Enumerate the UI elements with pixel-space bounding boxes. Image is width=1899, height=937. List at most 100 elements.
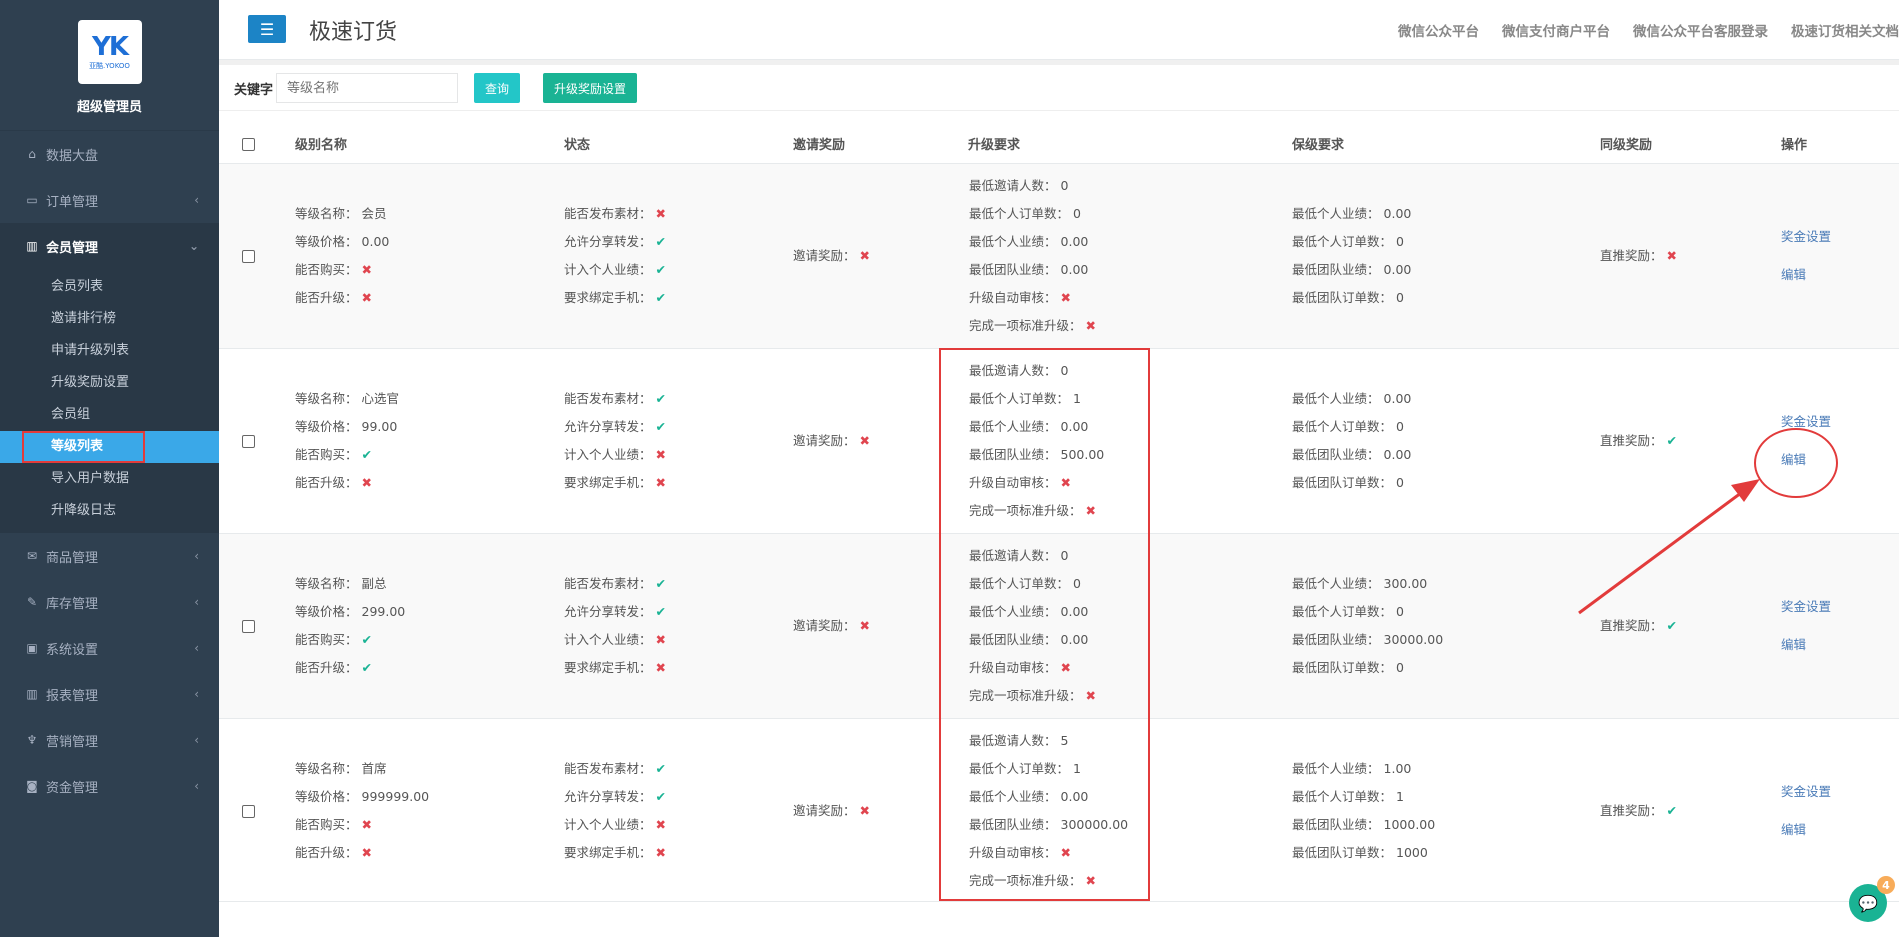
nav-item-5[interactable]: ▣ 系统设置 ‹ — [0, 625, 219, 671]
field-value: 0 — [1396, 660, 1404, 675]
field-label: 等级名称： — [295, 576, 358, 591]
field-label: 直推奖励： — [1600, 248, 1663, 263]
link-docs[interactable]: 极速订货相关文档 — [1791, 20, 1899, 40]
field-label: 能否购买： — [295, 632, 358, 647]
header-invite-reward: 邀请奖励 — [793, 138, 846, 153]
check-icon: ✔ — [1666, 433, 1677, 448]
chevron-left-icon: ‹ — [194, 733, 199, 747]
menu-toggle-button[interactable]: ☰ — [248, 15, 286, 43]
field-value: 0.00 — [1060, 234, 1089, 249]
cell-keep-req: 最低个人业绩： 0.00 最低个人订单数： 0 最低团队业绩： 0.00 最低团队订单数： 0 — [1292, 200, 1411, 312]
nav-item-8[interactable]: ◙ 资金管理 ‹ — [0, 763, 219, 809]
field-value: 299.00 — [361, 604, 406, 619]
nav-item-0[interactable]: ⌂ 数据大盘 — [0, 131, 219, 177]
field-up_any: 完成一项标准升级： ✖ — [969, 312, 1096, 340]
list-icon: ▭ — [26, 193, 38, 207]
field-value: 0 — [1073, 206, 1081, 221]
row-checkbox[interactable] — [242, 435, 255, 448]
edit-icon: ✎ — [26, 595, 38, 609]
check-icon: ✔ — [361, 447, 372, 462]
edit-link[interactable]: 编辑 — [1781, 811, 1831, 849]
bonus-settings-link[interactable]: 奖金设置 — [1781, 588, 1831, 626]
field-keep_personal: 最低个人业绩： 0.00 — [1292, 200, 1411, 228]
row-checkbox[interactable] — [242, 250, 255, 263]
field-label: 最低个人订单数： — [1292, 789, 1393, 804]
field-value: 会员 — [361, 206, 387, 221]
check-icon: ✔ — [361, 660, 372, 675]
field-up_invite: 最低邀请人数： 0 — [969, 172, 1096, 200]
field-label: 等级名称： — [295, 206, 358, 221]
edit-link[interactable]: 编辑 — [1781, 626, 1831, 664]
field-value: 0 — [1396, 475, 1404, 490]
sidebar-nav: ⌂ 数据大盘 ▭ 订单管理 ‹ ▥ 会员管理 ⌄ 会员列表 邀请排行榜 申请升级列表 升级奖励设置 会员… — [0, 131, 219, 809]
top-links: 微信公众平台 微信支付商户平台 微信公众平台客服登录 极速订货相关文档 — [1398, 20, 1899, 40]
topbar: ☰ 极速订货 微信公众平台 微信支付商户平台 微信公众平台客服登录 极速订货相关… — [219, 0, 1899, 60]
submenu-item-2[interactable]: 申请升级列表 — [0, 335, 219, 367]
submenu-item-3[interactable]: 升级奖励设置 — [0, 367, 219, 399]
chevron-left-icon: ‹ — [194, 549, 199, 563]
field-invite_reward: 邀请奖励： ✖ — [793, 797, 870, 825]
member-submenu: 会员列表 邀请排行榜 申请升级列表 升级奖励设置 会员组 等级列表 导入用户数据 升降级日志 — [0, 269, 219, 533]
submenu-item-active[interactable]: 等级列表 — [0, 431, 219, 463]
field-label: 等级名称： — [295, 761, 358, 776]
check-icon: ✔ — [655, 761, 666, 776]
nav-item-4[interactable]: ✎ 库存管理 ‹ — [0, 579, 219, 625]
cutlery-icon: ♆ — [26, 733, 38, 747]
select-all-checkbox[interactable] — [242, 138, 255, 151]
keyword-input[interactable] — [276, 73, 458, 103]
field-personal: 计入个人业绩： ✖ — [564, 626, 666, 654]
field-can_buy: 能否购买： ✖ — [295, 256, 389, 284]
field-label: 最低邀请人数： — [969, 178, 1057, 193]
chevron-left-icon: ‹ — [194, 595, 199, 609]
link-wechat-service[interactable]: 微信公众平台客服登录 — [1633, 20, 1768, 40]
check-icon: ✔ — [655, 391, 666, 406]
field-label: 能否购买： — [295, 262, 358, 277]
bonus-settings-link[interactable]: 奖金设置 — [1781, 218, 1831, 256]
submenu-item-1[interactable]: 邀请排行榜 — [0, 303, 219, 335]
field-value: 1.00 — [1383, 761, 1412, 776]
field-personal: 计入个人业绩： ✖ — [564, 441, 666, 469]
bonus-settings-link[interactable]: 奖金设置 — [1781, 773, 1831, 811]
row-checkbox[interactable] — [242, 620, 255, 633]
query-button[interactable]: 查询 — [474, 73, 520, 103]
nav-item-3[interactable]: ✉ 商品管理 ‹ — [0, 533, 219, 579]
cell-level-name: 等级名称： 副总 等级价格： 299.00 能否购买： ✔ 能否升级： ✔ — [295, 570, 405, 682]
field-label: 能否发布素材： — [564, 206, 652, 221]
field-bind_phone: 要求绑定手机： ✖ — [564, 654, 666, 682]
admin-name[interactable]: 超级管理员 — [77, 96, 142, 115]
field-keep_orders: 最低个人订单数： 0 — [1292, 413, 1411, 441]
nav-item-6[interactable]: ▥ 报表管理 ‹ — [0, 671, 219, 717]
edit-link[interactable]: 编辑 — [1781, 256, 1831, 294]
link-wechat-platform[interactable]: 微信公众平台 — [1398, 20, 1479, 40]
row-checkbox[interactable] — [242, 805, 255, 818]
field-can_upgrade: 能否升级： ✔ — [295, 654, 405, 682]
field-personal: 计入个人业绩： ✔ — [564, 256, 666, 284]
link-wechat-pay[interactable]: 微信支付商户平台 — [1502, 20, 1610, 40]
upgrade-reward-button[interactable]: 升级奖励设置 — [543, 73, 637, 103]
cross-icon: ✖ — [859, 618, 870, 633]
submenu-item-0[interactable]: 会员列表 — [0, 271, 219, 303]
nav-item-2[interactable]: ▥ 会员管理 ⌄ — [0, 223, 219, 269]
field-keep_team_orders: 最低团队订单数： 1000 — [1292, 839, 1435, 867]
nav-item-7[interactable]: ♆ 营销管理 ‹ — [0, 717, 219, 763]
submenu-item-4[interactable]: 会员组 — [0, 399, 219, 431]
field-direct_reward: 直推奖励： ✔ — [1600, 427, 1677, 455]
check-icon: ✔ — [655, 604, 666, 619]
submenu-item-6[interactable]: 导入用户数据 — [0, 463, 219, 495]
field-value: 300.00 — [1383, 576, 1428, 591]
search-bar: 关键字 查询 升级奖励设置 — [219, 65, 1899, 111]
cell-peer-reward: 直推奖励： ✔ — [1600, 797, 1677, 825]
header-keep-req: 保级要求 — [1292, 138, 1345, 153]
field-keep_personal: 最低个人业绩： 1.00 — [1292, 755, 1435, 783]
submenu-item-7[interactable]: 升降级日志 — [0, 495, 219, 527]
cross-icon: ✖ — [859, 433, 870, 448]
cell-invite-reward: 邀请奖励： ✖ — [793, 427, 870, 455]
cell-status: 能否发布素材： ✖ 允许分享转发： ✔ 计入个人业绩： ✔ 要求绑定手机： ✔ — [564, 200, 666, 312]
field-label: 直推奖励： — [1600, 803, 1663, 818]
field-keep_orders: 最低个人订单数： 0 — [1292, 228, 1411, 256]
table-header: 级别名称 状态 邀请奖励 升级要求 保级要求 同级奖励 操作 — [219, 124, 1899, 164]
check-icon: ✔ — [655, 262, 666, 277]
cross-icon: ✖ — [361, 845, 372, 860]
field-value: 1 — [1396, 789, 1404, 804]
nav-item-1[interactable]: ▭ 订单管理 ‹ — [0, 177, 219, 223]
